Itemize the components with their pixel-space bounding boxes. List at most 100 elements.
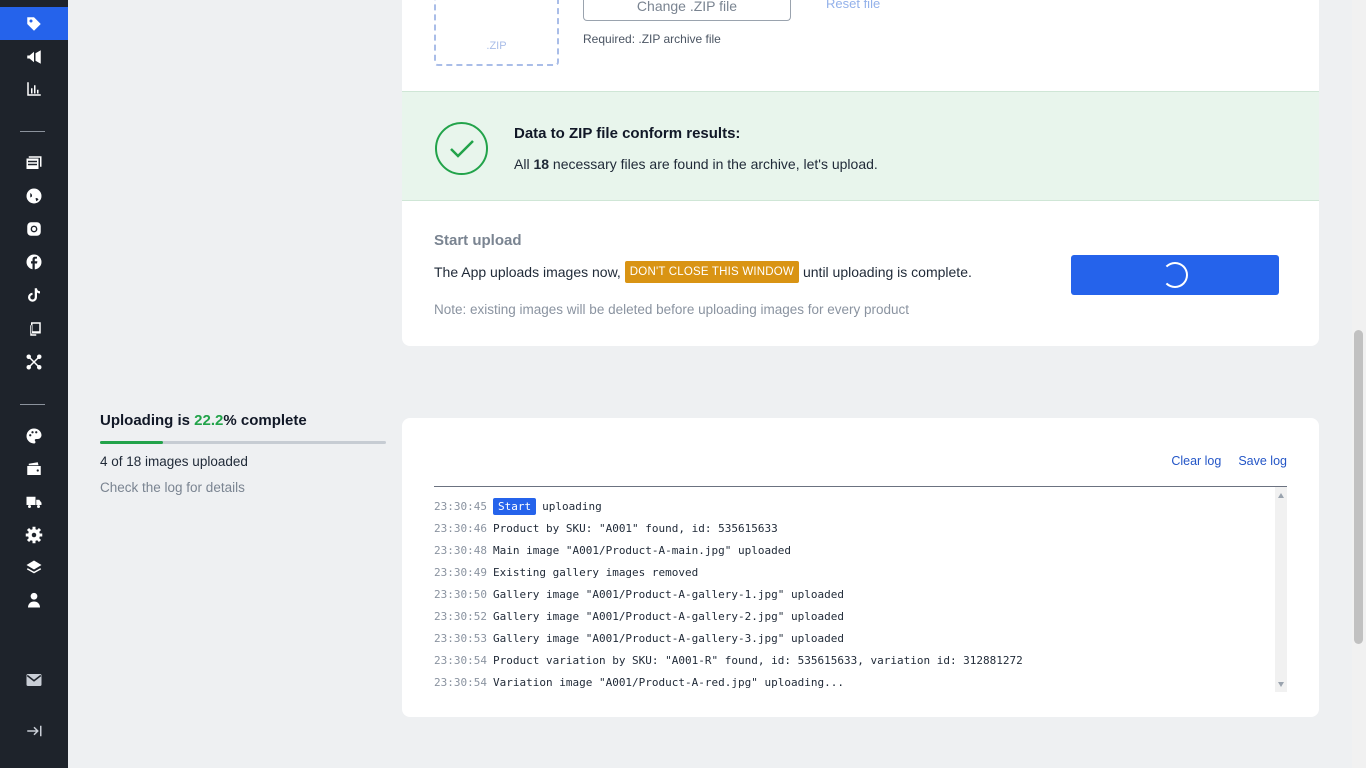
expand-icon [27,725,42,736]
chart-icon [27,81,41,96]
log-scrollbar[interactable] [1275,487,1287,692]
start-upload-text: The App uploads images now, DON'T CLOSE … [434,261,972,283]
settings-icon [25,526,43,543]
save-log-button[interactable]: Save log [1238,454,1287,468]
sidebar-item-settings[interactable] [0,518,68,551]
conform-text-prefix: All [514,156,530,172]
log-message: Product variation by SKU: "A001-R" found… [492,653,1023,667]
start-upload-title: Start upload [434,232,522,249]
progress-percent: 22.2 [194,412,224,429]
log-actions: Clear log Save log [1171,454,1287,468]
start-text-before: The App uploads images now, [434,264,621,280]
log-tag: Start [492,497,537,515]
log-time: 23:30:53 [434,631,487,645]
start-text-after: until uploading is complete. [802,264,972,280]
log-message: Existing gallery images removed [492,565,699,579]
sidebar-item-devices[interactable] [0,312,68,345]
log-time: 23:30:45 [434,499,487,513]
log-time: 23:30:54 [434,653,487,667]
sidebar-item-tiktok[interactable] [0,278,68,311]
palette-icon [26,428,42,443]
log-line: 23:30:49 Existing gallery images removed [434,561,1273,583]
log-message: Product by SKU: "A001" found, id: 535615… [492,521,778,535]
wallet-icon [27,461,41,475]
megaphone-icon [27,49,41,64]
tiktok-icon [28,287,40,302]
truck-icon [26,496,42,508]
conform-results-banner: Data to ZIP file conform results: All 18… [402,91,1319,201]
progress-bar-fill [100,441,164,444]
progress-title-prefix: Uploading is [100,412,190,429]
tag-icon [27,16,41,31]
clear-log-button[interactable]: Clear log [1171,454,1221,468]
reset-file-link[interactable]: Reset file [826,0,880,11]
catalog-icon [26,155,42,169]
required-note: Required: .ZIP archive file [583,32,721,46]
conform-text: All 18 necessary files are found in the … [514,156,878,172]
user-icon [28,592,40,607]
loading-spinner-icon [1162,262,1188,288]
log-output[interactable]: 23:30:45 Start uploading 23:30:46 Product by… [434,486,1287,692]
sidebar-item-web[interactable] [0,179,68,212]
log-time: 23:30:50 [434,587,487,601]
log-message: Gallery image "A001/Product-A-gallery-1.… [492,587,844,601]
sidebar-item-shipping[interactable] [0,485,68,518]
sidebar-item-messages[interactable] [0,663,68,696]
instagram-icon [27,221,41,236]
scroll-up-icon[interactable] [1278,493,1284,498]
page-scrollbar[interactable] [1352,0,1366,768]
log-lines: 23:30:45 Start uploading 23:30:46 Product by… [434,495,1273,692]
progress-bar [100,441,386,444]
upload-card: .ZIP Change .ZIP file Reset file Require… [402,0,1319,346]
globe-icon [26,188,42,203]
change-zip-button[interactable]: Change .ZIP file [583,0,791,21]
zip-dropzone[interactable]: .ZIP [434,0,559,66]
conform-text-suffix: necessary files are found in the archive… [552,156,878,172]
log-message: uploading [542,499,602,513]
sidebar-item-instagram[interactable] [0,212,68,245]
facebook-icon [26,254,42,269]
progress-title: Uploading is 22.2% complete [100,412,307,429]
sidebar-item-payments[interactable] [0,452,68,485]
sidebar-item-facebook[interactable] [0,245,68,278]
start-upload-note: Note: existing images will be deleted be… [434,302,910,317]
sidebar [0,0,68,768]
progress-hint: Check the log for details [100,480,245,495]
scroll-down-icon[interactable] [1278,682,1284,687]
sidebar-item-products[interactable] [0,7,68,40]
sidebar-item-themes[interactable] [0,419,68,452]
devices-icon [27,321,41,336]
log-line: 23:30:53 Gallery image "A001/Product-A-ga… [434,627,1273,649]
sidebar-item-apps[interactable] [0,551,68,584]
sidebar-item-catalog[interactable] [0,146,68,179]
sidebar-item-reports[interactable] [0,72,68,105]
check-circle-icon [435,122,488,175]
page-scrollbar-thumb[interactable] [1354,330,1363,644]
conform-title: Data to ZIP file conform results: [514,125,741,142]
log-line: 23:30:52 Gallery image "A001/Product-A-ga… [434,605,1273,627]
progress-count: 4 of 18 images uploaded [100,454,248,469]
sidebar-item-integrations[interactable] [0,345,68,378]
log-message: Variation image "A001/Product-A-red.jpg"… [492,675,844,689]
sidebar-divider [20,404,45,405]
upload-button[interactable] [1071,255,1279,295]
sidebar-expand-button[interactable] [0,714,68,747]
log-time: 23:30:54 [434,675,487,689]
log-time: 23:30:48 [434,543,487,557]
log-line: 23:30:54 Product variation by SKU: "A001-… [434,649,1273,671]
log-card: Clear log Save log 23:30:45 Start uploadin… [402,418,1319,717]
dont-close-badge: DON'T CLOSE THIS WINDOW [624,261,799,283]
sidebar-item-account[interactable] [0,583,68,616]
log-line: 23:30:45 Start uploading [434,495,1273,517]
log-time: 23:30:52 [434,609,487,623]
log-line: 23:30:54 Variation image "A001/Product-A-… [434,671,1273,692]
log-line: 23:30:48 Main image "A001/Product-A-main.… [434,539,1273,561]
log-line: 23:30:50 Gallery image "A001/Product-A-ga… [434,583,1273,605]
change-zip-button-label: Change .ZIP file [636,0,738,14]
log-message: Main image "A001/Product-A-main.jpg" upl… [492,543,791,557]
share-icon [26,354,42,369]
conform-files-count: 18 [533,156,550,172]
log-line: 23:30:46 Product by SKU: "A001" found, id… [434,517,1273,539]
sidebar-item-marketing[interactable] [0,40,68,73]
sidebar-divider [20,131,45,132]
